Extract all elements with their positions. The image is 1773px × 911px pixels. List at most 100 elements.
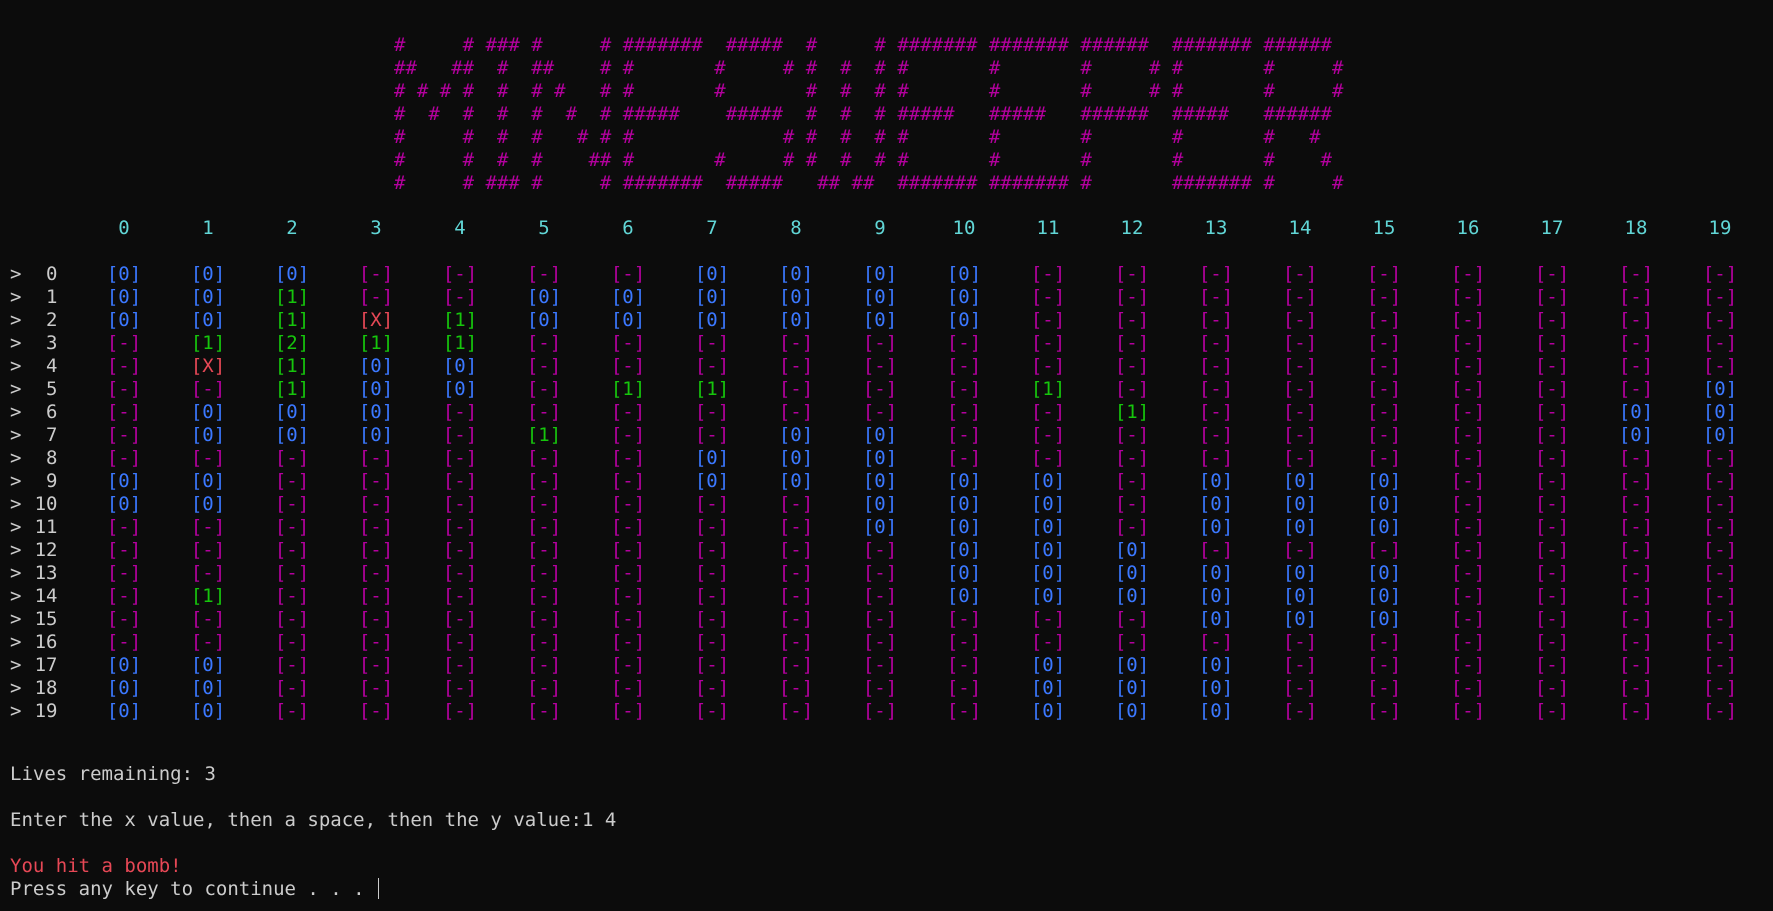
cell-r10-c19: [-]: [1702, 493, 1738, 515]
cell-r9-c0: [0]: [106, 470, 142, 492]
row-number: 16: [34, 631, 58, 653]
coordinate-prompt-line[interactable]: Enter the x value, then a space, then th…: [10, 808, 616, 832]
row-pointer: >: [10, 309, 22, 331]
cell-r14-c7: [-]: [694, 585, 730, 607]
cell-r5-c11: [1]: [1030, 378, 1066, 400]
cell-r9-c11: [0]: [1030, 470, 1066, 492]
row-pointer: >: [10, 378, 22, 400]
cell-r13-c14: [0]: [1282, 562, 1318, 584]
cell-r8-c19: [-]: [1702, 447, 1738, 469]
cell-r3-c0: [-]: [106, 332, 142, 354]
cell-r19-c2: [-]: [274, 700, 310, 722]
cell-r17-c2: [-]: [274, 654, 310, 676]
cell-r4-c18: [-]: [1618, 355, 1654, 377]
cell-r5-c13: [-]: [1198, 378, 1234, 400]
cell-r15-c1: [-]: [190, 608, 226, 630]
cell-r4-c19: [-]: [1702, 355, 1738, 377]
cell-r8-c18: [-]: [1618, 447, 1654, 469]
cell-r5-c9: [-]: [862, 378, 898, 400]
column-header-8: 8: [790, 217, 802, 239]
row-number: 6: [46, 401, 58, 423]
row-label-11: >11: [10, 516, 57, 539]
cell-r19-c0: [0]: [106, 700, 142, 722]
cell-r15-c6: [-]: [610, 608, 646, 630]
cell-r3-c5: [-]: [526, 332, 562, 354]
cell-r3-c15: [-]: [1366, 332, 1402, 354]
cell-r17-c14: [-]: [1282, 654, 1318, 676]
row-label-2: >2: [10, 309, 57, 332]
cell-r12-c7: [-]: [694, 539, 730, 561]
cell-r6-c13: [-]: [1198, 401, 1234, 423]
cell-r1-c2: [1]: [274, 286, 310, 308]
cell-r6-c10: [-]: [946, 401, 982, 423]
cell-r5-c15: [-]: [1366, 378, 1402, 400]
cell-r18-c0: [0]: [106, 677, 142, 699]
row-label-15: >15: [10, 608, 57, 631]
row-label-12: >12: [10, 539, 57, 562]
row-number: 19: [34, 700, 58, 722]
coordinate-input[interactable]: 1 4: [582, 809, 616, 831]
cell-r6-c6: [-]: [610, 401, 646, 423]
cell-r8-c9: [0]: [862, 447, 898, 469]
cell-r10-c15: [0]: [1366, 493, 1402, 515]
text-cursor: [378, 878, 380, 899]
cell-r4-c13: [-]: [1198, 355, 1234, 377]
cell-r13-c2: [-]: [274, 562, 310, 584]
cell-r17-c16: [-]: [1450, 654, 1486, 676]
cell-r1-c4: [-]: [442, 286, 478, 308]
cell-r16-c5: [-]: [526, 631, 562, 653]
cell-r10-c13: [0]: [1198, 493, 1234, 515]
cell-r8-c15: [-]: [1366, 447, 1402, 469]
cell-r16-c1: [-]: [190, 631, 226, 653]
cell-r0-c4: [-]: [442, 263, 478, 285]
row-pointer: >: [10, 447, 22, 469]
row-label-10: >10: [10, 493, 57, 516]
cell-r15-c4: [-]: [442, 608, 478, 630]
cell-r13-c6: [-]: [610, 562, 646, 584]
cell-r5-c19: [0]: [1702, 378, 1738, 400]
cell-r0-c14: [-]: [1282, 263, 1318, 285]
column-header-1: 1: [202, 217, 214, 239]
cell-r8-c6: [-]: [610, 447, 646, 469]
cell-r16-c17: [-]: [1534, 631, 1570, 653]
cell-r18-c8: [-]: [778, 677, 814, 699]
cell-r17-c17: [-]: [1534, 654, 1570, 676]
cell-r13-c9: [-]: [862, 562, 898, 584]
column-header-17: 17: [1540, 217, 1564, 239]
cell-r18-c3: [-]: [358, 677, 394, 699]
cell-r1-c1: [0]: [190, 286, 226, 308]
cell-r7-c2: [0]: [274, 424, 310, 446]
cell-r7-c19: [0]: [1702, 424, 1738, 446]
cell-r10-c12: [-]: [1114, 493, 1150, 515]
cell-r5-c0: [-]: [106, 378, 142, 400]
cell-r12-c19: [-]: [1702, 539, 1738, 561]
cell-r12-c16: [-]: [1450, 539, 1486, 561]
row-number: 8: [46, 447, 58, 469]
cell-r6-c16: [-]: [1450, 401, 1486, 423]
cell-r2-c15: [-]: [1366, 309, 1402, 331]
cell-r4-c17: [-]: [1534, 355, 1570, 377]
cell-r9-c6: [-]: [610, 470, 646, 492]
cell-r3-c14: [-]: [1282, 332, 1318, 354]
cell-r9-c4: [-]: [442, 470, 478, 492]
cell-r15-c3: [-]: [358, 608, 394, 630]
cell-r13-c15: [0]: [1366, 562, 1402, 584]
column-header-7: 7: [706, 217, 718, 239]
cell-r7-c4: [-]: [442, 424, 478, 446]
continue-prompt-line[interactable]: Press any key to continue . . .: [10, 877, 380, 901]
cell-r5-c12: [-]: [1114, 378, 1150, 400]
cell-r11-c16: [-]: [1450, 516, 1486, 538]
cell-r0-c3: [-]: [358, 263, 394, 285]
row-label-1: >1: [10, 286, 57, 309]
cell-r15-c2: [-]: [274, 608, 310, 630]
cell-r16-c16: [-]: [1450, 631, 1486, 653]
row-label-7: >7: [10, 424, 57, 447]
cell-r9-c2: [-]: [274, 470, 310, 492]
row-label-3: >3: [10, 332, 57, 355]
cell-r9-c13: [0]: [1198, 470, 1234, 492]
cell-r0-c19: [-]: [1702, 263, 1738, 285]
cell-r17-c15: [-]: [1366, 654, 1402, 676]
cell-r5-c10: [-]: [946, 378, 982, 400]
row-label-14: >14: [10, 585, 57, 608]
cell-r13-c1: [-]: [190, 562, 226, 584]
